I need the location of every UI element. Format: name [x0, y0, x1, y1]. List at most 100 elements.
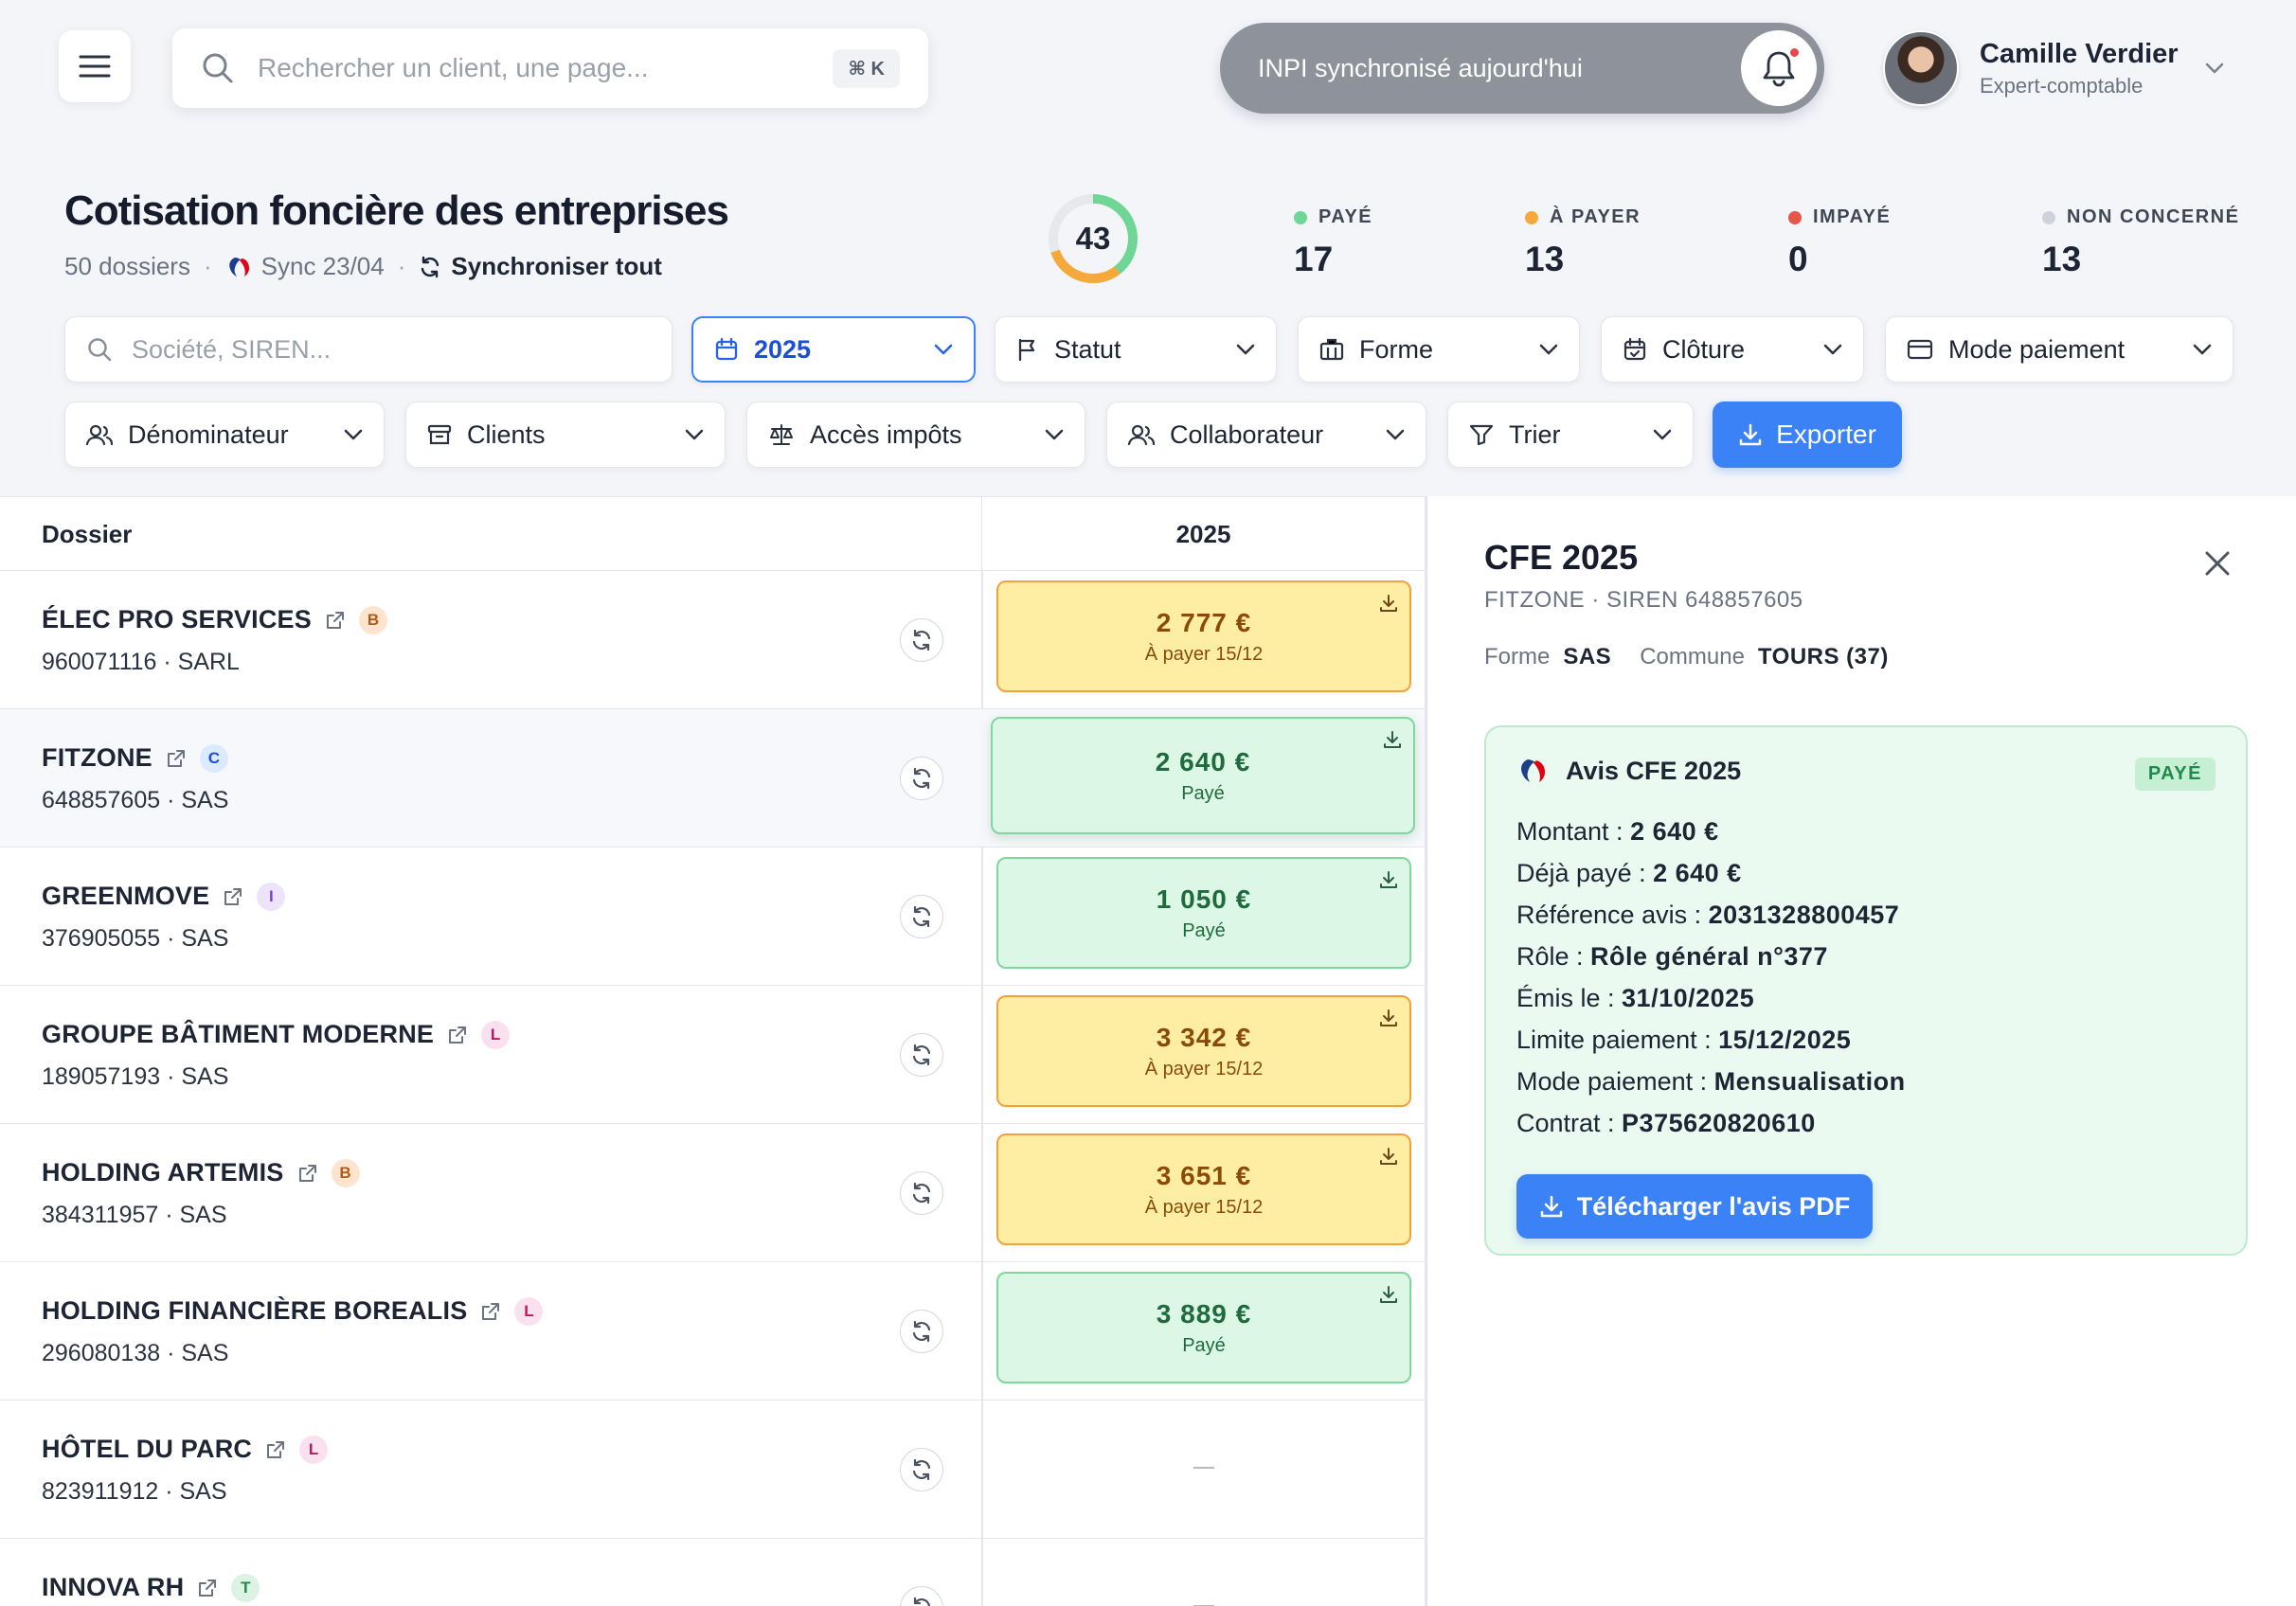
download-icon[interactable]: [1379, 594, 1398, 613]
stat-unpaid: IMPAYÉ 0: [1788, 206, 1891, 279]
stat-to-pay: À PAYER 13: [1525, 206, 1641, 279]
cfe-status: À payer 15/12: [1144, 1196, 1264, 1218]
external-link-icon[interactable]: [223, 886, 243, 907]
search-input[interactable]: Rechercher un client, une page...: [258, 53, 833, 83]
panel-subtitle: FITZONE · SIREN 648857605: [1484, 587, 1803, 613]
dossier-name[interactable]: HÔTEL DU PARC: [42, 1435, 252, 1464]
denominator-filter[interactable]: Dénominateur: [64, 402, 385, 468]
dossier-badge: L: [514, 1296, 544, 1326]
avis-card: Avis CFE 2025 PAYÉ Montant : 2 640 € Déj…: [1484, 725, 2248, 1256]
refresh-button[interactable]: [900, 618, 943, 662]
sort-filter[interactable]: Trier: [1447, 402, 1694, 468]
notifications-button[interactable]: [1741, 30, 1817, 106]
donut-total: 43: [1075, 221, 1111, 256]
cfe-amount-card[interactable]: 3 651 € À payer 15/12: [996, 1133, 1411, 1245]
cfe-amount: 2 640 €: [1155, 746, 1251, 776]
avis-line-emis: Émis le : 31/10/2025: [1516, 984, 1755, 1012]
marianne-icon: [1521, 759, 1545, 782]
cfe-amount: 3 889 €: [1156, 1298, 1252, 1329]
cfe-amount-card[interactable]: 2 777 € À payer 15/12: [996, 580, 1411, 692]
dossier-name[interactable]: INNOVA RH: [42, 1573, 184, 1602]
closing-filter-label: Clôture: [1662, 334, 1746, 364]
stat-label: PAYÉ: [1318, 206, 1373, 227]
notification-text: INPI synchronisé aujourd'hui: [1258, 53, 1583, 82]
clients-filter[interactable]: Clients: [405, 402, 726, 468]
notification-pill[interactable]: INPI synchronisé aujourd'hui: [1220, 23, 1824, 114]
table-row[interactable]: INNOVA RH T: [0, 1539, 1425, 1606]
external-link-icon[interactable]: [265, 1439, 286, 1460]
cfe-amount-card[interactable]: 3 342 € À payer 15/12: [996, 995, 1411, 1107]
refresh-icon: [912, 1044, 931, 1066]
avis-line-role: Rôle : Rôle général n°377: [1516, 942, 1828, 971]
dossier-name[interactable]: HOLDING ARTEMIS: [42, 1158, 284, 1187]
dossier-name[interactable]: GROUPE BÂTIMENT MODERNE: [42, 1020, 434, 1049]
download-icon[interactable]: [1379, 1008, 1398, 1027]
external-link-icon[interactable]: [166, 748, 187, 769]
table-row[interactable]: GROUPE BÂTIMENT MODERNE L 189057193 · SA…: [0, 986, 1425, 1124]
refresh-button[interactable]: [900, 757, 943, 800]
table-row[interactable]: HOLDING FINANCIÈRE BOREALIS L 296080138 …: [0, 1262, 1425, 1401]
table-row[interactable]: FITZONE C 648857605 · SAS 2 640 € Payé: [0, 709, 1425, 848]
column-header-dossier[interactable]: Dossier: [42, 520, 132, 549]
tax-access-filter[interactable]: Accès impôts: [746, 402, 1085, 468]
payment-mode-filter[interactable]: Mode paiement: [1885, 316, 2233, 383]
cfe-amount-card[interactable]: 3 889 € Payé: [996, 1272, 1411, 1383]
external-link-icon[interactable]: [480, 1301, 501, 1322]
download-icon[interactable]: [1379, 1285, 1398, 1304]
legal-form-filter[interactable]: Forme: [1298, 316, 1580, 383]
dossier-name[interactable]: GREENMOVE: [42, 882, 209, 911]
closing-filter[interactable]: Clôture: [1601, 316, 1864, 383]
refresh-button[interactable]: [900, 1448, 943, 1491]
payment-mode-filter-label: Mode paiement: [1948, 334, 2126, 364]
status-filter[interactable]: Statut: [995, 316, 1277, 383]
dossier-name[interactable]: FITZONE: [42, 743, 152, 773]
refresh-button[interactable]: [900, 1310, 943, 1353]
cfe-amount-card[interactable]: 1 050 € Payé: [996, 857, 1411, 969]
refresh-button[interactable]: [900, 1586, 943, 1606]
table-row[interactable]: GREENMOVE I 376905055 · SAS 1 050 € Payé: [0, 848, 1425, 986]
sync-all-button[interactable]: Synchroniser tout: [419, 252, 662, 281]
dossier-name[interactable]: HOLDING FINANCIÈRE BOREALIS: [42, 1296, 467, 1326]
export-button[interactable]: Exporter: [1713, 402, 1902, 468]
global-search[interactable]: Rechercher un client, une page... ⌘ K: [172, 28, 928, 108]
avis-line-deja-paye: Déjà payé : 2 640 €: [1516, 859, 1742, 887]
refresh-button[interactable]: [900, 1033, 943, 1077]
company-search-input[interactable]: Société, SIREN...: [64, 316, 673, 383]
avis-line-contrat: Contrat : P375620820610: [1516, 1109, 1816, 1137]
menu-button[interactable]: [59, 30, 131, 102]
cfe-status: À payer 15/12: [1144, 643, 1264, 665]
external-link-icon[interactable]: [325, 610, 346, 631]
table-row[interactable]: HÔTEL DU PARC L 823911912 · SAS: [0, 1401, 1425, 1539]
external-link-icon[interactable]: [197, 1578, 218, 1598]
refresh-button[interactable]: [900, 1171, 943, 1215]
download-icon[interactable]: [1383, 730, 1402, 749]
external-link-icon[interactable]: [297, 1163, 318, 1184]
sort-filter-label: Trier: [1509, 419, 1561, 449]
download-icon[interactable]: [1379, 870, 1398, 889]
collaborator-filter[interactable]: Collaborateur: [1106, 402, 1426, 468]
cfe-amount: 3 342 €: [1156, 1022, 1252, 1052]
column-header-year[interactable]: 2025: [981, 497, 1425, 571]
year-filter[interactable]: 2025: [691, 316, 976, 383]
refresh-button[interactable]: [900, 895, 943, 938]
denominator-filter-label: Dénominateur: [128, 419, 289, 449]
users-icon: [1128, 424, 1155, 446]
chevron-down-icon: [1045, 429, 1064, 440]
dossier-badge: I: [257, 882, 286, 911]
table-row[interactable]: ÉLEC PRO SERVICES B 960071116 · SARL 2 7…: [0, 571, 1425, 709]
stat-value: 13: [2042, 240, 2082, 278]
external-link-icon[interactable]: [447, 1025, 468, 1045]
legal-form-filter-label: Forme: [1359, 334, 1434, 364]
cfe-status: Payé: [1182, 919, 1226, 941]
chevron-down-icon: [1236, 344, 1255, 355]
close-icon[interactable]: [2203, 549, 2232, 578]
table-row[interactable]: HOLDING ARTEMIS B 384311957 · SAS 3 651 …: [0, 1124, 1425, 1262]
commune-value: TOURS (37): [1757, 644, 1889, 669]
cfe-amount-card-selected[interactable]: 2 640 € Payé: [991, 717, 1415, 834]
user-menu[interactable]: Camille Verdier Expert-comptable: [1883, 28, 2224, 108]
download-pdf-label: Télécharger l'avis PDF: [1576, 1191, 1851, 1221]
download-icon: [1540, 1195, 1562, 1218]
dossier-name[interactable]: ÉLEC PRO SERVICES: [42, 605, 312, 634]
download-icon[interactable]: [1379, 1147, 1398, 1166]
download-pdf-button[interactable]: Télécharger l'avis PDF: [1516, 1174, 1873, 1239]
